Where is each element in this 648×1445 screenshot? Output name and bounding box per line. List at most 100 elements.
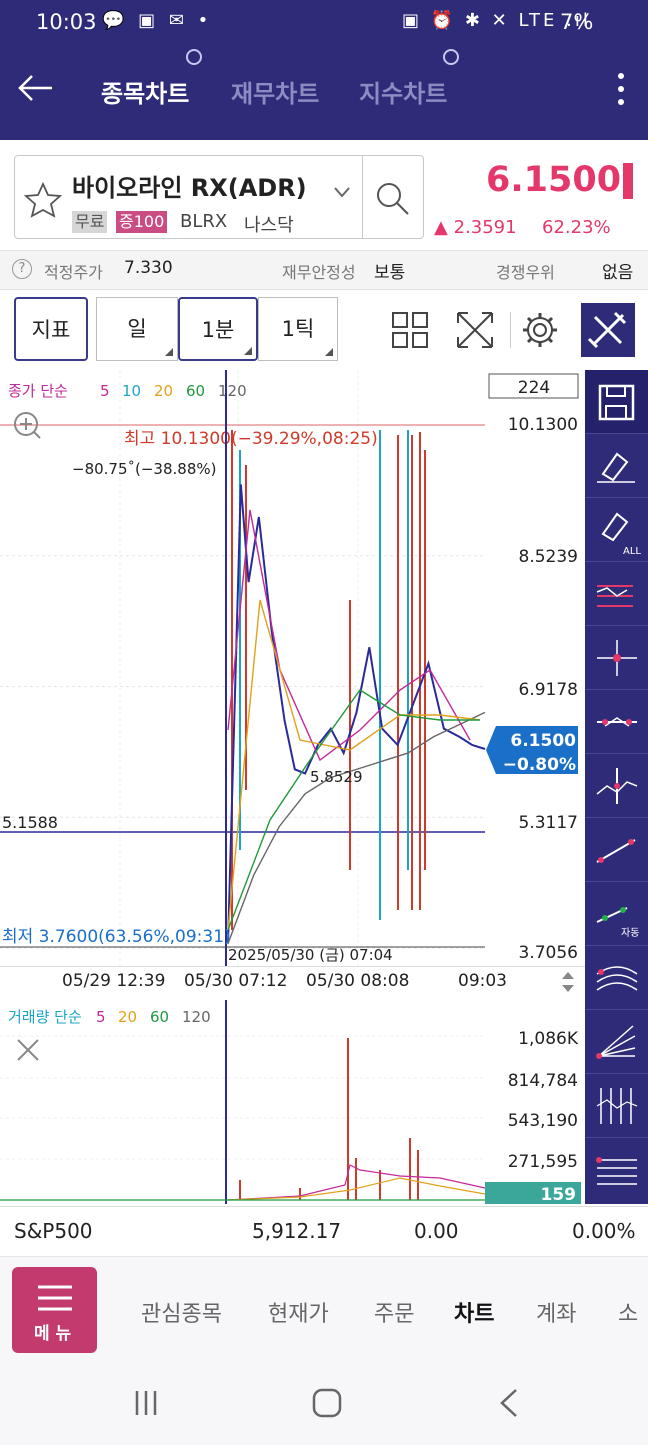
index-ticker[interactable]: S&P500 5,912.17 0.00 0.00% [0, 1206, 648, 1256]
price-chart[interactable]: 종가 단순 5 10 20 60 120 224 최고 10.1300(−39.29%,08:… [0, 370, 585, 970]
stability-value: 보통 [374, 263, 406, 283]
price-change: ▲ 2.3591 [434, 217, 517, 238]
chevron-down-icon[interactable] [332, 184, 352, 200]
hamburger-icon [38, 1285, 72, 1311]
status-left-icons: 💬 ▣ ✉ • [102, 10, 213, 31]
ma-legend-prefix: 종가 단순 [8, 382, 68, 400]
margin-badge: 증100 [116, 211, 168, 233]
ma-legend-item: 10 [122, 382, 141, 400]
system-nav-bar [0, 1366, 648, 1445]
drawing-tools-button[interactable] [581, 303, 635, 357]
nav-account[interactable]: 계좌 [536, 1296, 576, 1328]
tab-stock-chart[interactable]: 종목차트 [101, 74, 189, 109]
current-price-tag-value: 6.1500 [510, 731, 576, 751]
svg-text:자동: 자동 [621, 927, 639, 939]
search-icon[interactable] [372, 178, 412, 218]
low-price-label: 최저 3.7600(63.56%,09:31) [2, 927, 231, 947]
price-series-line [227, 484, 486, 944]
volume-legend-item: 5 [96, 1008, 106, 1026]
period-tick-button[interactable]: 1틱 [258, 297, 338, 361]
horizontal-line-icon[interactable] [585, 690, 648, 754]
volume-y-tick: 1,086K [518, 1029, 579, 1049]
stock-name: 바이오라인 RX(ADR) [72, 174, 307, 202]
nav-watchlist[interactable]: 관심종목 [141, 1296, 222, 1328]
ma-legend-item: 120 [218, 382, 247, 400]
crosshair-icon[interactable] [585, 626, 648, 690]
time-axis: 05/29 12:39 05/30 07:12 05/30 08:08 09:0… [0, 966, 585, 996]
period-day-button[interactable]: 일 [96, 297, 178, 361]
price-indicator-bar [623, 163, 633, 199]
nav-chart[interactable]: 차트 [454, 1296, 494, 1328]
menu-label: 메 뉴 [34, 1324, 72, 1344]
high-price-label: 최고 10.1300(−39.29%,08:25) [124, 429, 378, 449]
recent-apps-icon[interactable] [132, 1388, 160, 1418]
x-tick: 05/29 12:39 [62, 971, 166, 991]
indicator-button[interactable]: 지표 [14, 297, 88, 361]
system-back-icon[interactable] [496, 1386, 522, 1420]
y-tick-label: 3.7056 [519, 943, 578, 963]
current-price-tag-pct: −0.80% [503, 755, 576, 775]
volume-legend-item: 20 [118, 1008, 137, 1026]
hcl-line-icon[interactable] [585, 562, 648, 626]
y-tick-label: 8.5239 [519, 547, 578, 567]
current-price: 6.1500 [486, 160, 622, 200]
period-minute-button[interactable]: 1분 [178, 297, 258, 361]
angle-label: −80.75˚(−38.88%) [72, 460, 216, 478]
arc-icon[interactable] [585, 946, 648, 1010]
trend-line-icon[interactable] [585, 818, 648, 882]
eraser-all-icon[interactable]: ALL [585, 498, 648, 562]
index-value: 5,912.17 [252, 1219, 342, 1243]
volume-y-tick: 271,595 [508, 1152, 578, 1172]
fibonacci-icon[interactable] [585, 1138, 648, 1202]
help-icon[interactable]: ? [12, 259, 32, 279]
crosshair-time-label: 2025/05/30 (금) 07:04 [228, 946, 393, 964]
y-tick-label: 5.3117 [519, 813, 578, 833]
nav-quote[interactable]: 현재가 [268, 1296, 329, 1328]
settings-gear-icon[interactable] [520, 310, 560, 350]
axis-scroll-icon[interactable] [558, 969, 578, 995]
current-volume-value: 159 [541, 1185, 577, 1204]
period-line-icon[interactable] [585, 1074, 648, 1138]
price-change-pct: 62.23% [542, 217, 611, 238]
moving-average-line [227, 689, 480, 931]
status-time: 10:03 [36, 10, 97, 34]
volume-chart[interactable]: 거래량 단순 5 20 60 120 1,086K 814,784 543,190 271,59… [0, 1000, 585, 1204]
ma-legend-item: 5 [100, 382, 110, 400]
nav-more[interactable]: 소 [618, 1296, 638, 1328]
count-value: 224 [518, 378, 550, 398]
y-tick-label: 10.1300 [508, 415, 578, 435]
stock-ticker: BLRX [180, 211, 228, 232]
volume-y-tick: 543,190 [508, 1111, 578, 1131]
more-menu-icon[interactable] [614, 70, 628, 110]
ma-legend-item: 60 [186, 382, 205, 400]
fan-line-icon[interactable] [585, 1010, 648, 1074]
fair-price-label: 적정주가 [44, 263, 103, 282]
stability-label: 재무안정성 [282, 263, 356, 282]
ma-legend-item: 20 [154, 382, 173, 400]
free-badge: 무료 [72, 211, 108, 233]
nav-order[interactable]: 주문 [374, 1296, 414, 1328]
stock-market: 나스닥 [244, 215, 294, 236]
menu-button[interactable]: 메 뉴 [12, 1267, 97, 1353]
grid-layout-icon[interactable] [390, 310, 430, 350]
volume-legend-item: 120 [182, 1008, 211, 1026]
save-icon[interactable] [585, 370, 648, 434]
back-arrow-icon[interactable] [16, 68, 56, 108]
auto-trend-icon[interactable]: 자동 [585, 882, 648, 946]
fullscreen-icon[interactable] [455, 310, 495, 350]
index-change-pct: 0.00% [572, 1219, 636, 1243]
favorite-star-icon[interactable] [22, 180, 64, 220]
volume-legend-item: 60 [150, 1008, 169, 1026]
tab-badge-icon [443, 49, 459, 65]
tab-financial-chart[interactable]: 재무차트 [231, 74, 319, 109]
eraser-icon[interactable] [585, 434, 648, 498]
vertical-line-icon[interactable] [585, 754, 648, 818]
close-icon [17, 1039, 39, 1061]
home-icon[interactable] [310, 1386, 344, 1420]
tab-badge-icon [186, 49, 202, 65]
tab-index-chart[interactable]: 지수차트 [359, 74, 447, 109]
drawing-toolbar: ALL 자동 [585, 370, 648, 1204]
volume-legend-prefix: 거래량 단순 [8, 1008, 82, 1026]
competitive-label: 경쟁우위 [496, 263, 555, 282]
volume-y-tick: 814,784 [508, 1071, 578, 1091]
